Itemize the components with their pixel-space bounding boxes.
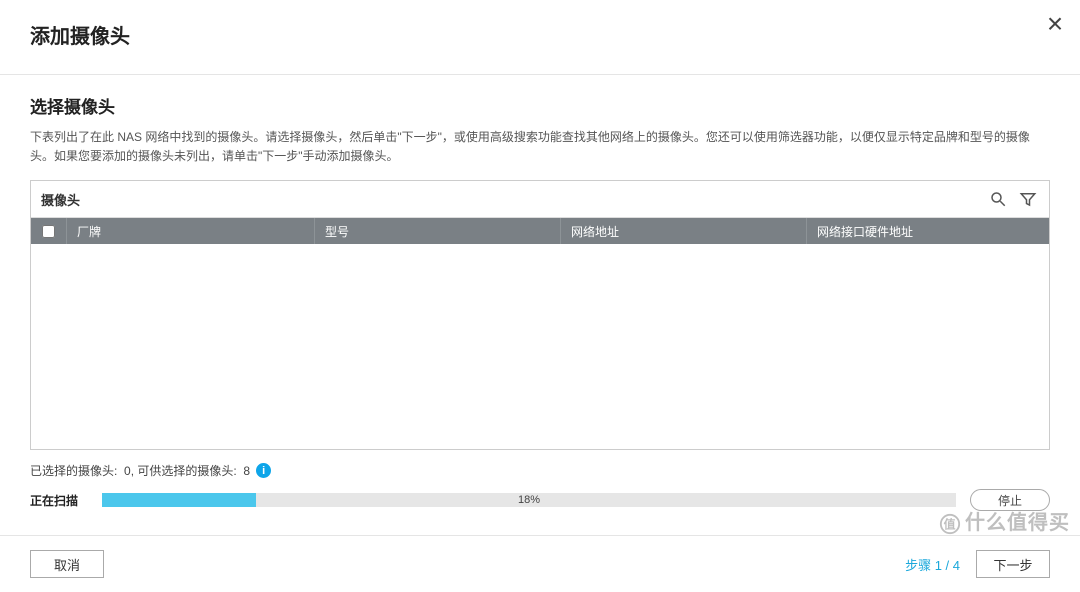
column-model[interactable]: 型号 bbox=[315, 218, 561, 244]
table-header: 厂牌 型号 网络地址 网络接口硬件地址 bbox=[31, 218, 1049, 244]
available-label: 可供选择的摄像头: bbox=[137, 462, 236, 479]
table-toolbar: 摄像头 bbox=[31, 181, 1049, 218]
scan-progress: 18% bbox=[102, 493, 956, 507]
svg-text:值: 值 bbox=[944, 517, 957, 531]
column-netaddr[interactable]: 网络地址 bbox=[561, 218, 807, 244]
column-brand[interactable]: 厂牌 bbox=[67, 218, 315, 244]
status-row: 已选择的摄像头: 0 , 可供选择的摄像头: 8 i bbox=[0, 450, 1080, 483]
filter-icon[interactable] bbox=[1017, 188, 1039, 210]
next-button[interactable]: 下一步 bbox=[976, 550, 1050, 578]
selected-count: 0 bbox=[124, 464, 131, 478]
info-icon[interactable]: i bbox=[256, 463, 271, 478]
column-macaddr[interactable]: 网络接口硬件地址 bbox=[807, 218, 1049, 244]
select-all-checkbox[interactable] bbox=[42, 225, 55, 238]
scan-progress-text: 18% bbox=[518, 494, 540, 506]
section-subtitle: 选择摄像头 bbox=[30, 93, 1050, 118]
select-all-cell bbox=[31, 218, 67, 244]
close-icon[interactable]: × bbox=[1040, 10, 1070, 38]
section-description: 下表列出了在此 NAS 网络中找到的摄像头。请选择摄像头，然后单击"下一步"，或… bbox=[30, 128, 1050, 166]
camera-table: 摄像头 厂牌 型号 网络地址 网络接口硬件地址 bbox=[30, 180, 1050, 450]
dialog-title: 添加摄像头 bbox=[30, 20, 1050, 49]
available-count: 8 bbox=[243, 464, 250, 478]
status-separator: , bbox=[131, 464, 134, 478]
dialog-footer: 取消 步骤 1 / 4 下一步 bbox=[0, 536, 1080, 592]
stop-button[interactable]: 停止 bbox=[970, 489, 1050, 511]
table-caption: 摄像头 bbox=[41, 190, 979, 209]
scan-label: 正在扫描 bbox=[30, 492, 88, 509]
search-icon[interactable] bbox=[987, 188, 1009, 210]
step-indicator: 步骤 1 / 4 bbox=[905, 555, 960, 574]
cancel-button[interactable]: 取消 bbox=[30, 550, 104, 578]
scan-progress-bar bbox=[102, 493, 256, 507]
table-body bbox=[31, 244, 1049, 449]
scan-row: 正在扫描 18% 停止 bbox=[0, 483, 1080, 511]
selected-label: 已选择的摄像头: bbox=[30, 462, 117, 479]
